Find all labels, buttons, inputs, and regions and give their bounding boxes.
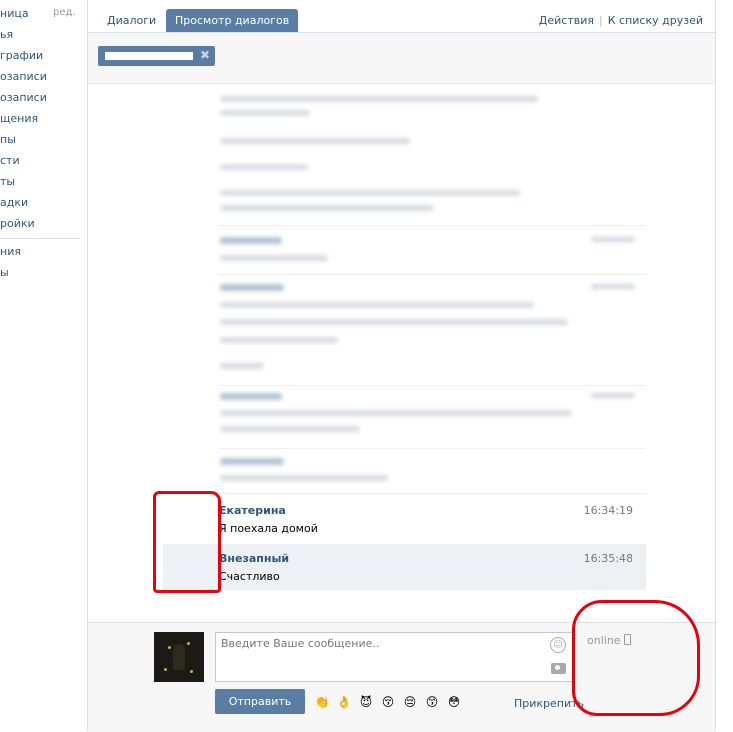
avatar-figure [173,644,185,670]
send-button[interactable]: Отправить [215,689,305,714]
redacted-author [220,237,282,244]
menu-item-news[interactable]: сти [0,152,20,170]
user-avatar[interactable] [154,632,204,682]
left-menu: ница ред. ья графии озаписи озаписи щени… [0,0,82,731]
redacted-time [591,237,635,242]
avatar-light [168,646,171,649]
pensive-emoji-icon[interactable]: 😔 [402,694,418,710]
tab-view-dialogs[interactable]: Просмотр диалогов [166,9,299,32]
camera-icon[interactable] [551,663,566,674]
menu-item-videos[interactable]: озаписи [0,68,47,86]
menu-item-label: графии [0,49,44,62]
redacted-text [220,363,264,369]
redacted-text [220,475,388,481]
redacted-text [220,410,572,416]
menu-item-label: ты [0,175,16,188]
menu-item-label: ы [0,266,9,279]
message-text: Я поехала домой [219,522,318,535]
redacted-author [220,458,284,465]
menu-item-games[interactable]: ы [0,264,9,282]
message-divider [218,448,646,449]
menu-item-label: ья [0,28,14,41]
kiss-emoji-icon[interactable]: 😚 [380,694,396,710]
redacted-text [220,205,434,211]
menu-divider [0,238,80,239]
peer-token[interactable]: ✖ [98,46,215,66]
menu-item-messages[interactable]: щения [0,110,38,128]
menu-item-groups[interactable]: пы [0,131,16,149]
peer-selector-bar: ✖ [88,33,715,84]
redacted-text [220,302,534,308]
tab-dialogs[interactable]: Диалоги [98,9,165,32]
actions-separator: | [599,14,603,27]
menu-item-bookmarks[interactable]: адки [0,194,28,212]
red-annotation-outline [153,491,221,593]
menu-item-label: адки [0,196,29,209]
redacted-text [220,138,410,144]
remove-peer-icon[interactable]: ✖ [200,48,210,62]
redacted-text [220,110,310,116]
tab-actions: Действия | К списку друзей [539,14,703,27]
redacted-text [220,337,338,343]
clap-emoji-icon[interactable]: 👏 [314,694,330,710]
menu-item-label: ница [0,7,29,20]
redacted-time [591,393,635,398]
avatar-light [187,642,190,645]
peer-name-redacted [105,52,193,60]
back-to-friends-link[interactable]: К списку друзей [608,14,703,27]
menu-item-label: пы [0,133,16,146]
message-time: 16:35:48 [583,552,633,565]
redacted-time [591,284,635,289]
redacted-text [220,164,308,170]
menu-item-label: озаписи [0,91,47,104]
flushed-emoji-icon[interactable]: 😳 [446,694,462,710]
message-divider [218,493,646,494]
redacted-text [220,96,538,102]
menu-edit-link[interactable]: ред. [53,7,76,18]
menu-item-answers[interactable]: ты [0,173,15,191]
menu-item-label: ния [0,245,21,258]
smile-icon[interactable]: ☺ [550,637,566,653]
redacted-author [220,393,282,400]
menu-item-label: ройки [0,217,35,230]
menu-item-friends[interactable]: ья [0,26,13,44]
redacted-text [220,190,520,196]
red-annotation-outline [572,600,700,716]
menu-item-settings[interactable]: ройки [0,215,35,233]
menu-item-photos[interactable]: графии [0,47,43,65]
redacted-author [220,284,284,291]
message-row[interactable]: Екатерина Я поехала домой 16:34:19 [163,496,646,542]
devil-emoji-icon[interactable]: 😈 [358,694,374,710]
menu-item-label: щения [0,112,39,125]
whistle-emoji-icon[interactable]: 😙 [424,694,440,710]
message-input[interactable]: Введите Ваше сообщение.. ☺ [215,632,573,682]
redacted-text [220,319,568,325]
message-input-placeholder: Введите Ваше сообщение.. [221,637,380,650]
menu-item-apps[interactable]: ния [0,243,21,261]
menu-item-audios[interactable]: озаписи [0,89,47,107]
message-divider [218,274,646,275]
tab-bar: Диалоги Просмотр диалогов Действия | К спи… [88,0,715,33]
message-divider [218,225,646,226]
message-text: Счастливо [219,570,280,583]
menu-item-label: сти [0,154,20,167]
redacted-text [220,255,328,261]
redacted-text [220,426,360,432]
ok-hand-emoji-icon[interactable]: 👌 [336,694,352,710]
menu-item-label: озаписи [0,70,47,83]
message-divider [218,385,646,386]
message-author[interactable]: Внезапный [219,552,289,565]
message-author[interactable]: Екатерина [219,504,286,517]
avatar-light [164,668,167,671]
actions-link[interactable]: Действия [539,14,594,27]
avatar-light [190,670,193,673]
message-time: 16:34:19 [583,504,633,517]
message-row-highlighted[interactable]: Внезапный Счастливо 16:35:48 [163,544,646,590]
